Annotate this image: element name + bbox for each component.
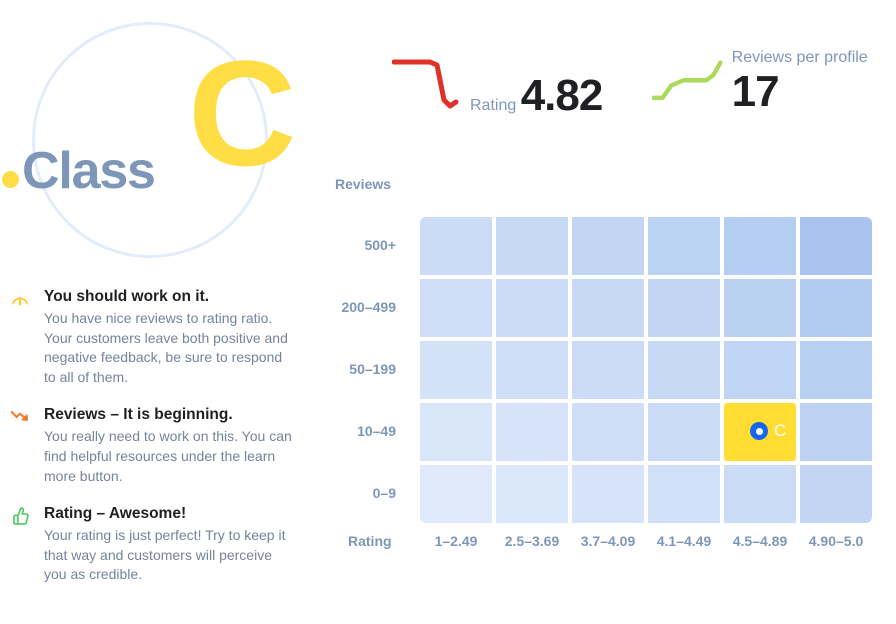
heatmap-col-label: 4.90–5.0 [808,533,864,549]
heatmap-cell[interactable] [648,217,720,275]
advice-item-rating: Rating – Awesome! Your rating is just pe… [0,503,330,585]
advice-title: Rating – Awesome! [44,505,187,523]
heatmap-row-label: 50–199 [349,361,396,377]
advice-list: You should work on it. You have nice rev… [0,286,330,602]
kpi-reviews-label: Reviews per profile [731,49,868,66]
heatmap-cell[interactable] [800,403,872,461]
heatmap-row-label: 10–49 [357,423,396,439]
heatmap-cell[interactable] [496,341,568,399]
heatmap-cell[interactable] [572,279,644,337]
heatmap-cell[interactable] [420,279,492,337]
dashboard-page: Class C Rating 4.82 Reviews per profile … [0,0,896,624]
kpi-rating: Rating 4.82 [392,48,604,120]
badge-dot-icon [2,171,19,188]
heatmap-cell[interactable] [800,217,872,275]
heatmap-cell-active[interactable]: C [724,403,796,461]
heatmap-cell[interactable] [496,217,568,275]
heatmap-cell[interactable] [420,465,492,523]
kpi-reviews-value: 17 [731,67,780,116]
heatmap-cell[interactable] [724,279,796,337]
gauge-icon [11,296,29,306]
rating-sparkline-icon [392,59,459,109]
heatmap-row-label: 0–9 [372,485,396,501]
heatmap-x-axis-title: Rating [348,533,392,549]
kpi-reviews-per-profile: Reviews per profile 17 [652,48,896,116]
heatmap-col-label: 4.1–4.49 [656,533,712,549]
heatmap-col-label: 2.5–3.69 [504,533,560,549]
heatmap-cell[interactable] [572,217,644,275]
heatmap-cell[interactable] [572,465,644,523]
badge-word-label: Class [22,142,156,200]
heatmap-cell[interactable] [724,217,796,275]
heatmap-cell[interactable] [496,465,568,523]
heatmap-cell[interactable] [648,279,720,337]
heatmap-cell[interactable] [648,341,720,399]
advice-item-reviews: Reviews – It is beginning. You really ne… [0,404,330,486]
advice-body: You have nice reviews to rating ratio. Y… [44,310,288,385]
heatmap-col-label: 4.5–4.89 [732,533,788,549]
heatmap-cell[interactable] [648,465,720,523]
heatmap-col-label: 1–2.49 [434,533,478,549]
reviews-sparkline-icon [652,60,723,100]
kpi-rating-text: Rating 4.82 [470,71,604,120]
heatmap-y-axis-title: Reviews [335,176,392,192]
heatmap-cell[interactable] [496,403,568,461]
thumbs-up-icon [13,507,29,525]
heatmap-cell[interactable] [648,403,720,461]
heatmap-cell[interactable] [572,341,644,399]
current-position-marker-icon [750,422,768,440]
advice-body: You really need to work on this. You can… [44,428,292,484]
heatmap-cell[interactable] [800,341,872,399]
trend-down-icon [10,411,29,422]
heatmap-cell[interactable] [724,465,796,523]
kpi-reviews-text: Reviews per profile 17 [732,48,896,116]
heatmap-cell[interactable] [572,403,644,461]
heatmap-cell[interactable] [420,403,492,461]
badge-grade-letter: C [188,29,296,197]
heatmap-cell[interactable] [420,217,492,275]
heatmap-cell[interactable] [496,279,568,337]
heatmap-row-label: 500+ [364,237,396,253]
advice-body: Your rating is just perfect! Try to keep… [44,527,286,583]
heatmap-col-label: 3.7–4.09 [580,533,636,549]
heatmap-cell[interactable] [420,341,492,399]
heatmap-cell[interactable] [800,465,872,523]
active-cell-grade-letter: C [774,421,787,440]
heatmap-cell[interactable] [724,341,796,399]
kpi-rating-label: Rating [470,97,517,114]
kpi-rating-value: 4.82 [520,71,604,120]
heatmap-row-label: 200–499 [341,299,396,315]
heatmap-cell[interactable] [800,279,872,337]
